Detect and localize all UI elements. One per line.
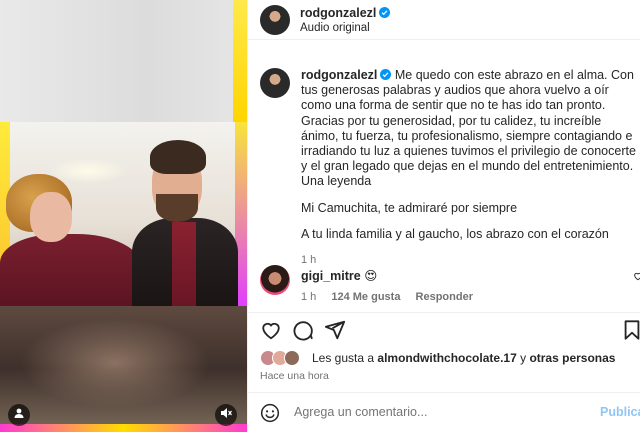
caption-paragraph-3: A tu linda familia y al gaucho, los abra…: [301, 226, 609, 241]
person-man-shirt: [172, 222, 196, 306]
comment-time[interactable]: 1 h: [301, 291, 316, 303]
blurred-background: [20, 318, 210, 408]
comment-likes[interactable]: 124 Me gusta: [331, 291, 400, 303]
user-icon: [13, 406, 25, 424]
tagged-users-button[interactable]: [8, 404, 30, 426]
comment-text: gigi_mitre 😍: [301, 268, 377, 283]
caption-author-avatar[interactable]: [260, 68, 290, 98]
share-paper-plane-icon[interactable]: [324, 319, 346, 341]
audio-toggle-button[interactable]: [215, 404, 237, 426]
comment-emoji: 😍: [364, 269, 378, 283]
likes-connector: y: [520, 351, 527, 365]
like-heart-icon[interactable]: [260, 319, 282, 341]
add-comment-bar: Publicar: [248, 392, 640, 432]
comment-like-heart-icon[interactable]: [633, 271, 640, 281]
liker-username[interactable]: almondwithchocolate.17: [377, 351, 516, 365]
save-bookmark-icon[interactable]: [621, 319, 640, 341]
author-avatar[interactable]: [260, 5, 290, 35]
comment-input[interactable]: [294, 405, 584, 419]
verified-badge-icon: [380, 69, 392, 80]
author-username[interactable]: rodgonzalezl: [300, 6, 376, 20]
emoji-picker-icon[interactable]: [260, 403, 280, 423]
liker-avatar: [284, 350, 300, 366]
post-actions-bar: [248, 312, 640, 344]
commenter-avatar[interactable]: [260, 265, 290, 295]
post-caption: rodgonzalezl Me quedo con este abrazo en…: [301, 68, 640, 268]
audio-label[interactable]: Audio original: [300, 22, 370, 34]
video-bottom-band: [0, 306, 247, 432]
likes-prefix: Les gusta a: [312, 351, 375, 365]
comment-bubble-icon[interactable]: [292, 319, 314, 341]
commenter-username[interactable]: gigi_mitre: [301, 269, 361, 283]
speaker-muted-icon: [220, 406, 232, 424]
person-woman-face: [30, 192, 72, 242]
liker-avatars[interactable]: [260, 349, 306, 367]
person-man-beard: [156, 194, 198, 222]
video-frame: [0, 122, 247, 308]
caption-paragraph-2: Mi Camuchita, te admiraré por siempre: [301, 200, 518, 215]
comment-meta: 1 h 124 Me gusta Responder: [301, 291, 485, 303]
person-man-hair: [150, 140, 206, 174]
comments-section: rodgonzalezl Me quedo con este abrazo en…: [248, 41, 640, 311]
neon-strip: [0, 424, 247, 432]
verified-badge-icon: [379, 7, 391, 18]
other-likers-link[interactable]: otras personas: [529, 351, 615, 365]
video-top-band: [0, 0, 247, 122]
caption-paragraph-1: Me quedo con este abrazo en el alma. Con…: [301, 68, 636, 189]
likes-summary: Les gusta a almondwithchocolate.17 y otr…: [260, 349, 615, 367]
post-header: rodgonzalezl Audio original: [248, 0, 640, 40]
caption-time[interactable]: 1 h: [301, 253, 640, 268]
reply-button[interactable]: Responder: [416, 291, 473, 303]
post-timestamp[interactable]: Hace una hora: [260, 370, 329, 382]
publish-button[interactable]: Publicar: [600, 405, 640, 419]
caption-username[interactable]: rodgonzalezl: [301, 68, 377, 82]
person-woman-body: [0, 234, 142, 306]
post-media-video[interactable]: [0, 0, 247, 432]
post-details-panel: rodgonzalezl Audio original rodgonzalezl…: [247, 0, 640, 432]
